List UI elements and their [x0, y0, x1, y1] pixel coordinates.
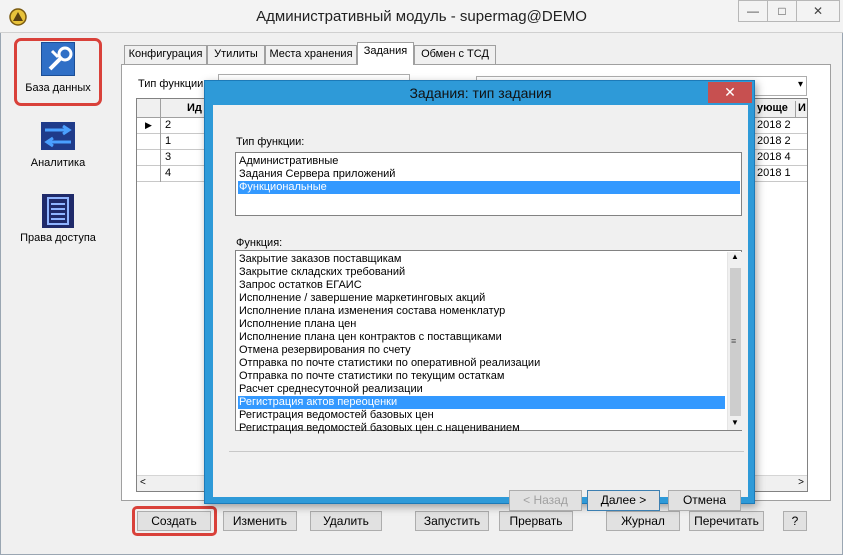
scroll-up-icon: ▲	[731, 252, 739, 261]
list-item[interactable]: Исполнение плана изменения состава номен…	[238, 305, 725, 318]
column-header-id[interactable]: Ид	[187, 101, 202, 117]
create-button[interactable]: Создать	[137, 511, 211, 531]
row-date: 2018 1	[757, 167, 791, 179]
row-indicator	[137, 150, 161, 166]
row-id: 3	[165, 151, 172, 163]
log-button[interactable]: Журнал	[606, 511, 680, 531]
tab-utilities[interactable]: Утилиты	[207, 45, 265, 64]
tab-tsd-exchange[interactable]: Обмен с ТСД	[414, 45, 496, 64]
type-listbox[interactable]: Административные Задания Сервера приложе…	[235, 152, 742, 216]
row-indicator	[137, 134, 161, 150]
arrows-icon	[41, 122, 75, 150]
function-label: Функция:	[236, 237, 283, 249]
nav-item-analytics[interactable]: Аналитика	[14, 120, 102, 170]
access-rights-icon	[42, 194, 74, 228]
list-item[interactable]: Расчет среднесуточной реализации	[238, 383, 725, 396]
row-id: 1	[165, 135, 172, 147]
list-item[interactable]: Исполнение плана цен контрактов с постав…	[238, 331, 725, 344]
tab-tasks[interactable]: Задания	[357, 42, 414, 65]
list-item[interactable]: Регистрация ведомостей базовых цен	[238, 409, 725, 422]
list-item[interactable]: Отмена резервирования по счету	[238, 344, 725, 357]
list-item[interactable]: Запрос остатков ЕГАИС	[238, 279, 725, 292]
row-id: 2	[165, 119, 172, 131]
delete-button[interactable]: Удалить	[310, 511, 382, 531]
interrupt-button[interactable]: Прервать	[499, 511, 573, 531]
tab-storage[interactable]: Места хранения	[265, 45, 357, 64]
separator	[229, 451, 744, 452]
function-list-scrollbar[interactable]: ▲ ≡ ▼	[727, 252, 742, 430]
cancel-button[interactable]: Отмена	[668, 490, 741, 511]
scroll-right-icon: >	[798, 477, 804, 488]
task-type-dialog: Задания: тип задания ✕ Тип функции: Адми…	[204, 80, 755, 511]
dialog-title: Задания: тип задания	[409, 85, 552, 101]
dialog-close-button[interactable]: ✕	[708, 82, 752, 103]
list-item: Регистрация ведомостей базовых цен с нац…	[239, 422, 520, 434]
close-button[interactable]: ✕	[796, 0, 840, 22]
nav-label-access-rights: Права доступа	[20, 232, 96, 244]
scroll-down-icon: ▼	[731, 418, 739, 427]
maximize-icon: □	[778, 4, 786, 18]
func-type-filter-label: Тип функции:	[138, 78, 207, 90]
edit-button[interactable]: Изменить	[223, 511, 297, 531]
nav-item-access-rights[interactable]: Права доступа	[14, 194, 102, 260]
nav-label-analytics: Аналитика	[30, 157, 86, 169]
reread-button[interactable]: Перечитать	[689, 511, 764, 531]
back-button[interactable]: < Назад	[509, 490, 582, 511]
list-item[interactable]: Административные	[238, 155, 740, 168]
row-date: 2018 2	[757, 135, 791, 147]
list-item[interactable]: Исполнение плана цен	[238, 318, 725, 331]
column-header-date[interactable]: ующе	[757, 101, 791, 117]
next-button[interactable]: Далее >	[587, 490, 660, 511]
close-icon: ✕	[724, 84, 736, 100]
row-date: 2018 2	[757, 119, 791, 131]
function-listbox[interactable]: Закрытие заказов поставщикам Закрытие ск…	[235, 250, 742, 434]
highlight-frame	[14, 38, 102, 106]
list-item[interactable]: Отправка по почте статистики по оператив…	[238, 357, 725, 370]
minimize-button[interactable]: —	[738, 0, 768, 22]
row-indicator-header	[137, 99, 161, 118]
tab-configuration[interactable]: Конфигурация	[124, 45, 207, 64]
scroll-thumb[interactable]: ≡	[730, 268, 741, 416]
maximize-button[interactable]: □	[767, 0, 797, 22]
type-label: Тип функции:	[236, 136, 305, 148]
start-button[interactable]: Запустить	[415, 511, 489, 531]
grip-icon: ≡	[731, 336, 737, 346]
column-header-extra[interactable]: И	[795, 101, 807, 117]
dialog-body: Тип функции: Административные Задания Се…	[213, 105, 748, 511]
chevron-down-icon: ▾	[797, 79, 803, 90]
scroll-left-icon: <	[140, 477, 146, 488]
current-row-arrow-icon: ▶	[137, 118, 161, 134]
list-item[interactable]: Отправка по почте статистики по текущим …	[238, 370, 725, 383]
row-date: 2018 4	[757, 151, 791, 163]
window-title: Административный модуль - supermag@DEMO	[256, 8, 587, 25]
close-icon: ✕	[812, 4, 824, 18]
list-item-selected[interactable]: Регистрация актов переоценки	[238, 396, 725, 409]
list-item-selected[interactable]: Функциональные	[238, 181, 740, 194]
minimize-icon: —	[747, 4, 759, 18]
list-item[interactable]: Закрытие заказов поставщикам	[238, 253, 725, 266]
row-id: 4	[165, 167, 172, 179]
help-button[interactable]: ?	[783, 511, 807, 531]
row-indicator	[137, 166, 161, 182]
list-item[interactable]: Задания Сервера приложений	[238, 168, 740, 181]
list-item[interactable]: Закрытие складских требований	[238, 266, 725, 279]
list-item[interactable]: Исполнение / завершение маркетинговых ак…	[238, 292, 725, 305]
